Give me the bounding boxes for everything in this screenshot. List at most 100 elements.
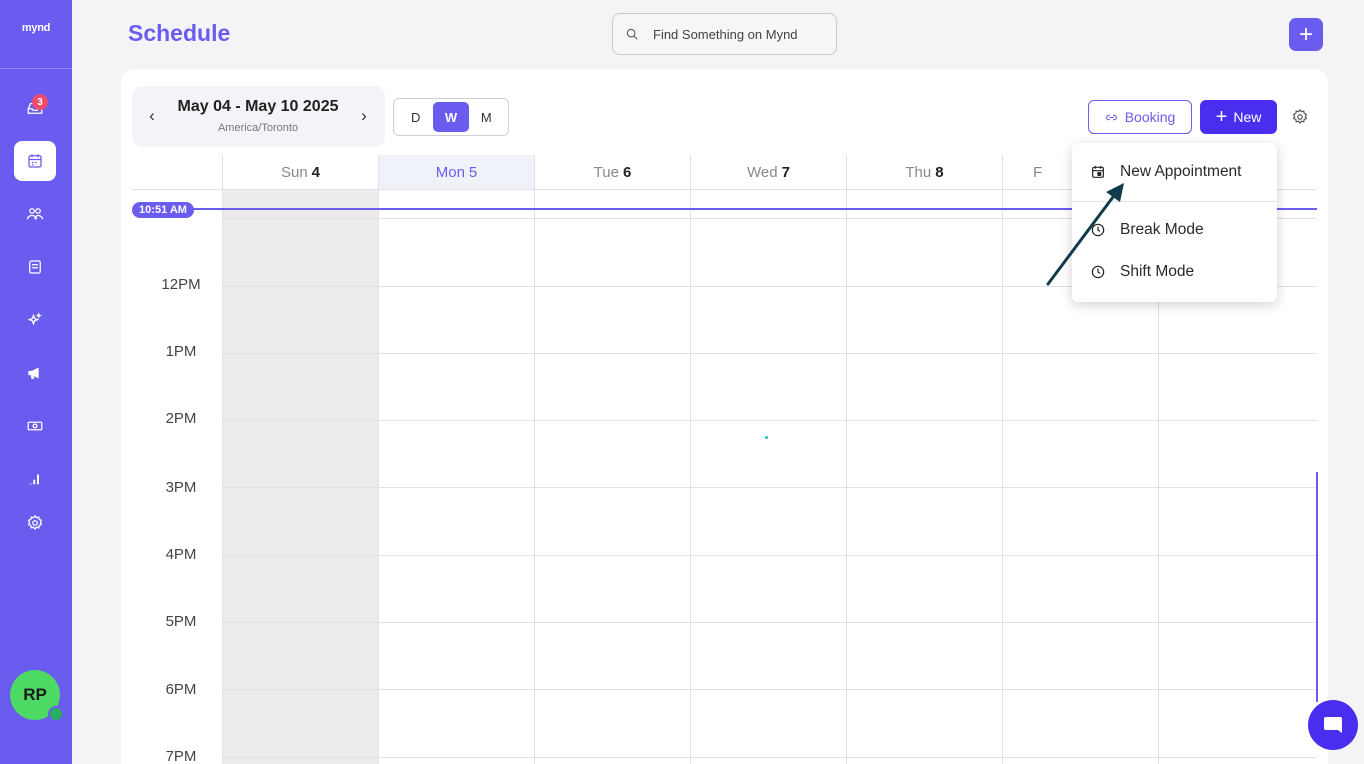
hour-line xyxy=(222,622,1317,623)
sidebar-item-clients[interactable] xyxy=(14,194,56,234)
sidebar-item-marketing[interactable] xyxy=(14,353,56,393)
day-name: Wed xyxy=(747,163,778,181)
day-column-sun[interactable] xyxy=(222,190,378,764)
day-name: Mon xyxy=(435,163,465,181)
scroll-indicator[interactable] xyxy=(1316,472,1318,702)
booking-label: Booking xyxy=(1124,109,1176,125)
view-day-button[interactable]: D xyxy=(398,102,433,132)
page-title: Schedule xyxy=(128,20,231,46)
current-time-badge: 10:51 AM xyxy=(132,202,194,218)
chat-button[interactable] xyxy=(1308,700,1358,750)
chat-icon xyxy=(1324,717,1342,733)
day-column-tue[interactable] xyxy=(534,190,690,764)
prev-week-button[interactable]: ‹ xyxy=(142,104,162,128)
sidebar-item-inbox[interactable]: 3 xyxy=(14,88,56,128)
sidebar: mynd 3 RP xyxy=(0,0,72,764)
day-header-tue[interactable]: Tue 6 xyxy=(534,155,690,189)
chevron-right-icon: › xyxy=(361,106,367,125)
day-header-wed[interactable]: Wed 7 xyxy=(690,155,846,189)
hour-line xyxy=(222,487,1317,488)
day-column-wed[interactable] xyxy=(690,190,846,764)
view-toggle: D W M xyxy=(393,98,509,136)
day-name: F xyxy=(1033,163,1043,181)
search-icon xyxy=(626,28,638,40)
day-number: 5 xyxy=(468,163,478,181)
chevron-left-icon: ‹ xyxy=(149,106,155,125)
inbox-badge: 3 xyxy=(32,94,48,110)
date-range[interactable]: May 04 - May 10 2025 xyxy=(170,98,346,116)
plus-icon: + xyxy=(1298,20,1313,48)
day-number: 6 xyxy=(622,163,632,181)
cursor-dot xyxy=(765,436,768,439)
day-header-sun[interactable]: Sun 4 xyxy=(222,155,378,189)
calendar-icon xyxy=(28,154,42,168)
hour-line xyxy=(222,420,1317,421)
day-number: 8 xyxy=(935,163,944,181)
megaphone-icon xyxy=(28,367,39,379)
menu-divider xyxy=(1072,201,1277,202)
day-number: 7 xyxy=(781,163,790,181)
hour-line xyxy=(222,555,1317,556)
sidebar-item-ai[interactable] xyxy=(14,300,56,340)
online-status-dot xyxy=(48,706,64,722)
gear-icon xyxy=(27,514,43,531)
user-initials: RP xyxy=(23,685,47,704)
bar-chart-icon xyxy=(29,474,39,485)
time-label: 4PM xyxy=(165,546,197,563)
money-icon xyxy=(27,421,43,431)
time-label: 6PM xyxy=(165,681,197,698)
sparkle-icon xyxy=(27,312,42,326)
view-month-button[interactable]: M xyxy=(469,102,504,132)
list-icon xyxy=(29,260,41,274)
hour-line xyxy=(222,689,1317,690)
new-dropdown-menu: New Appointment Break Mode Shift Mode xyxy=(1072,143,1277,302)
menu-item-break-mode[interactable]: Break Mode xyxy=(1090,218,1204,242)
search-input[interactable] xyxy=(653,26,823,42)
gear-icon xyxy=(1292,108,1308,125)
booking-button[interactable]: Booking xyxy=(1088,100,1192,134)
menu-item-shift-mode[interactable]: Shift Mode xyxy=(1090,260,1194,284)
search-box[interactable] xyxy=(612,13,837,55)
day-header-mon[interactable]: Mon 5 xyxy=(378,155,534,189)
menu-item-new-appointment[interactable]: New Appointment xyxy=(1090,160,1242,184)
day-name: Sun xyxy=(280,163,308,181)
sidebar-item-services[interactable] xyxy=(14,247,56,287)
users-icon xyxy=(26,208,44,220)
plus-icon: + xyxy=(1215,106,1228,128)
hour-line xyxy=(222,757,1317,758)
time-label: 5PM xyxy=(165,613,197,630)
timezone-label: America/Toronto xyxy=(217,122,299,134)
time-label: 12PM xyxy=(161,276,201,293)
add-top-button[interactable]: + xyxy=(1289,18,1323,51)
day-name: Tue xyxy=(593,163,619,181)
user-avatar[interactable]: RP xyxy=(10,670,64,722)
sidebar-item-schedule[interactable] xyxy=(14,141,56,181)
menu-item-label: Shift Mode xyxy=(1120,263,1195,280)
day-header-thu[interactable]: Thu 8 xyxy=(846,155,1002,189)
sidebar-item-settings[interactable] xyxy=(14,503,56,543)
day-name: Thu xyxy=(905,163,932,181)
day-column-thu[interactable] xyxy=(846,190,1002,764)
clock-icon xyxy=(1091,265,1105,279)
menu-item-label: New Appointment xyxy=(1120,163,1242,180)
time-label: 2PM xyxy=(165,410,197,427)
calendar-settings-button[interactable] xyxy=(1291,108,1309,126)
new-label: New xyxy=(1233,109,1262,125)
view-week-button[interactable]: W xyxy=(433,102,469,132)
hour-line xyxy=(222,353,1317,354)
new-button[interactable]: + New xyxy=(1200,100,1277,134)
next-week-button[interactable]: › xyxy=(354,104,374,128)
sidebar-item-reports[interactable] xyxy=(14,459,56,499)
time-label: 1PM xyxy=(165,343,197,360)
time-label: 3PM xyxy=(165,479,197,496)
sidebar-item-payments[interactable] xyxy=(14,406,56,446)
clock-icon xyxy=(1091,223,1105,237)
calendar-icon xyxy=(1092,166,1104,178)
day-column-mon[interactable] xyxy=(378,190,534,764)
time-label: 7PM xyxy=(165,748,197,764)
link-icon xyxy=(1105,114,1117,120)
sidebar-divider xyxy=(0,68,72,69)
date-navigator: ‹ May 04 - May 10 2025 America/Toronto › xyxy=(132,86,385,147)
day-number: 4 xyxy=(311,163,321,181)
app-logo[interactable]: mynd xyxy=(0,22,72,34)
